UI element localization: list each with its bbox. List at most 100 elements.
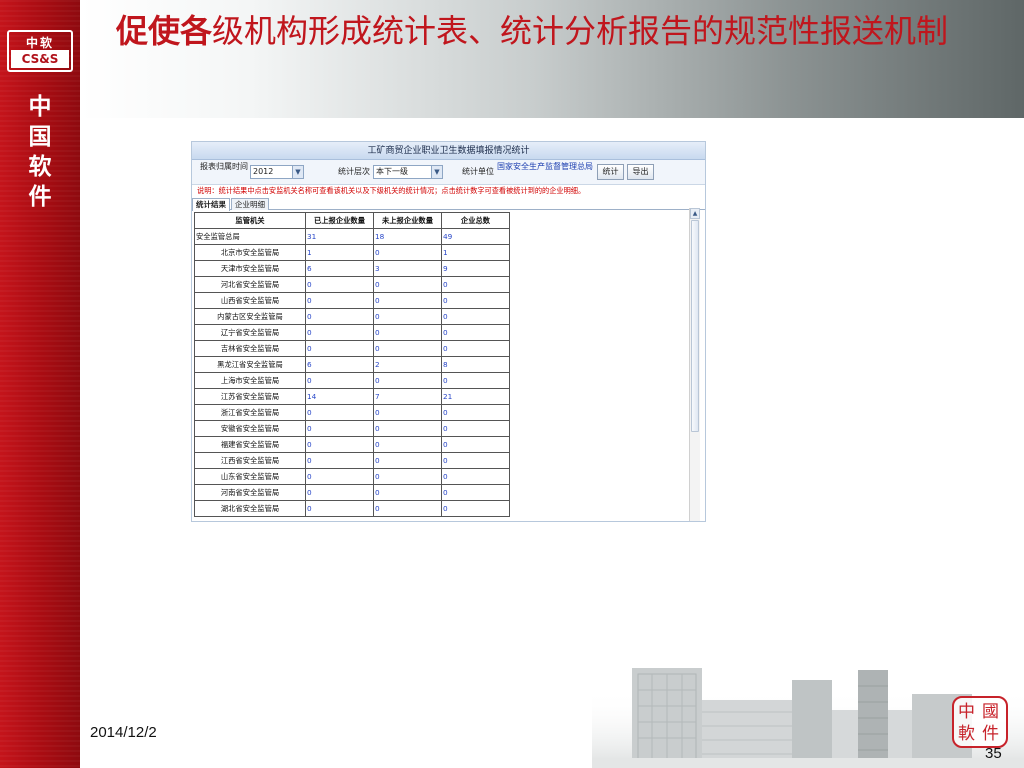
table-row: 黑龙江省安全监管局 6 2 8 [194, 356, 510, 373]
count-link[interactable]: 3 [373, 260, 442, 277]
count-link[interactable]: 0 [373, 484, 442, 501]
count-link[interactable]: 0 [373, 420, 442, 437]
count-link[interactable]: 0 [441, 308, 510, 325]
slide-title-rest: 级机构形成统计表、统计分析报告的规范性报送机制 [212, 12, 949, 50]
org-name-link[interactable]: 河南省安全监管局 [194, 484, 306, 501]
org-name-link[interactable]: 吉林省安全监管局 [194, 340, 306, 357]
result-table-container: 监管机关 已上报企业数量 未上报企业数量 企业总数 安全监管总局 31 18 49 北京… [194, 212, 692, 521]
count-link[interactable]: 0 [373, 308, 442, 325]
scrollbar-thumb[interactable] [691, 220, 699, 432]
org-name-link[interactable]: 河北省安全监管局 [194, 276, 306, 293]
table-row: 河南省安全监管局 0 0 0 [194, 484, 510, 501]
stat-button[interactable]: 统计 [597, 164, 624, 180]
org-name-link[interactable]: 黑龙江省安全监管局 [194, 356, 306, 373]
count-link[interactable]: 6 [305, 260, 374, 277]
count-link[interactable]: 9 [441, 260, 510, 277]
count-link[interactable]: 0 [305, 500, 374, 517]
count-link[interactable]: 0 [441, 372, 510, 389]
count-link[interactable]: 0 [305, 324, 374, 341]
org-name-link[interactable]: 山东省安全监管局 [194, 468, 306, 485]
count-link[interactable]: 0 [441, 340, 510, 357]
count-link[interactable]: 0 [305, 292, 374, 309]
count-link[interactable]: 0 [373, 340, 442, 357]
count-link[interactable]: 0 [373, 404, 442, 421]
count-link[interactable]: 8 [441, 356, 510, 373]
count-link[interactable]: 14 [305, 388, 374, 405]
org-name-link[interactable]: 上海市安全监管局 [194, 372, 306, 389]
count-link[interactable]: 0 [305, 484, 374, 501]
unit-value-link[interactable]: 国家安全生产监督管理总局 [497, 162, 593, 172]
count-link[interactable]: 0 [441, 436, 510, 453]
table-body: 安全监管总局 31 18 49 北京市安全监管局 1 0 1 天津市安全监管局 6 3 9 河北省安全监… [194, 228, 510, 517]
count-link[interactable]: 1 [441, 244, 510, 261]
unit-label: 统计单位 [462, 167, 494, 176]
level-select[interactable]: 本下一级 ▼ [373, 165, 443, 179]
column-header: 监管机关 [194, 212, 306, 229]
slide-date: 2014/12/2 [90, 724, 157, 741]
tab-statistics-result[interactable]: 统计结果 [192, 198, 230, 211]
count-link[interactable]: 0 [305, 468, 374, 485]
count-link[interactable]: 0 [305, 452, 374, 469]
count-link[interactable]: 0 [305, 404, 374, 421]
count-link[interactable]: 0 [373, 276, 442, 293]
count-link[interactable]: 0 [441, 468, 510, 485]
year-label: 报表归属时间 [200, 162, 248, 171]
logo-en-text: CS&S [11, 50, 69, 68]
notice-text: 说明：统计结果中点击安监机关名称可查看该机关以及下级机关的统计情况；点击统计数字… [197, 186, 586, 195]
level-select-value: 本下一级 [376, 167, 408, 176]
count-link[interactable]: 0 [441, 404, 510, 421]
tab-enterprise-detail[interactable]: 企业明细 [231, 198, 269, 210]
count-link[interactable]: 0 [305, 372, 374, 389]
count-link[interactable]: 0 [305, 420, 374, 437]
org-name-link[interactable]: 安徽省安全监管局 [194, 420, 306, 437]
vertical-company-name: 中 国 软 件 [24, 92, 56, 212]
count-link[interactable]: 0 [441, 292, 510, 309]
count-link[interactable]: 0 [373, 292, 442, 309]
org-name-link[interactable]: 湖北省安全监管局 [194, 500, 306, 517]
count-link[interactable]: 0 [373, 244, 442, 261]
count-link[interactable]: 0 [441, 500, 510, 517]
table-row: 上海市安全监管局 0 0 0 [194, 372, 510, 389]
org-name-link[interactable]: 北京市安全监管局 [194, 244, 306, 261]
count-link[interactable]: 0 [373, 372, 442, 389]
table-row: 北京市安全监管局 1 0 1 [194, 244, 510, 261]
year-select[interactable]: 2012 ▼ [250, 165, 304, 179]
scroll-up-icon[interactable]: ▲ [690, 208, 700, 219]
count-link[interactable]: 6 [305, 356, 374, 373]
count-link[interactable]: 49 [441, 228, 510, 245]
count-link[interactable]: 0 [305, 340, 374, 357]
count-link[interactable]: 0 [373, 436, 442, 453]
count-link[interactable]: 2 [373, 356, 442, 373]
vertical-scrollbar[interactable]: ▲ [689, 208, 700, 521]
count-link[interactable]: 0 [441, 484, 510, 501]
count-link[interactable]: 0 [373, 468, 442, 485]
count-link[interactable]: 0 [305, 276, 374, 293]
slide-title: 促使各级机构形成统计表、统计分析报告的规范性报送机制 [116, 8, 996, 54]
result-tabs: 统计结果 企业明细 [192, 197, 705, 211]
count-link[interactable]: 0 [441, 324, 510, 341]
count-link[interactable]: 0 [441, 276, 510, 293]
export-button[interactable]: 导出 [627, 164, 654, 180]
org-name-link[interactable]: 山西省安全监管局 [194, 292, 306, 309]
count-link[interactable]: 0 [441, 420, 510, 437]
count-link[interactable]: 0 [373, 324, 442, 341]
count-link[interactable]: 1 [305, 244, 374, 261]
count-link[interactable]: 0 [373, 452, 442, 469]
count-link[interactable]: 0 [373, 500, 442, 517]
count-link[interactable]: 31 [305, 228, 374, 245]
org-name-link[interactable]: 江苏省安全监管局 [194, 388, 306, 405]
org-name-link[interactable]: 内蒙古区安全监管局 [194, 308, 306, 325]
org-name-link[interactable]: 福建省安全监管局 [194, 436, 306, 453]
count-link[interactable]: 7 [373, 388, 442, 405]
count-link[interactable]: 0 [305, 436, 374, 453]
seal-char: 件 [982, 724, 999, 744]
count-link[interactable]: 0 [441, 452, 510, 469]
org-name-link[interactable]: 浙江省安全监管局 [194, 404, 306, 421]
org-name-link[interactable]: 安全监管总局 [194, 228, 306, 245]
count-link[interactable]: 21 [441, 388, 510, 405]
count-link[interactable]: 18 [373, 228, 442, 245]
org-name-link[interactable]: 辽宁省安全监管局 [194, 324, 306, 341]
count-link[interactable]: 0 [305, 308, 374, 325]
org-name-link[interactable]: 天津市安全监管局 [194, 260, 306, 277]
org-name-link[interactable]: 江西省安全监管局 [194, 452, 306, 469]
